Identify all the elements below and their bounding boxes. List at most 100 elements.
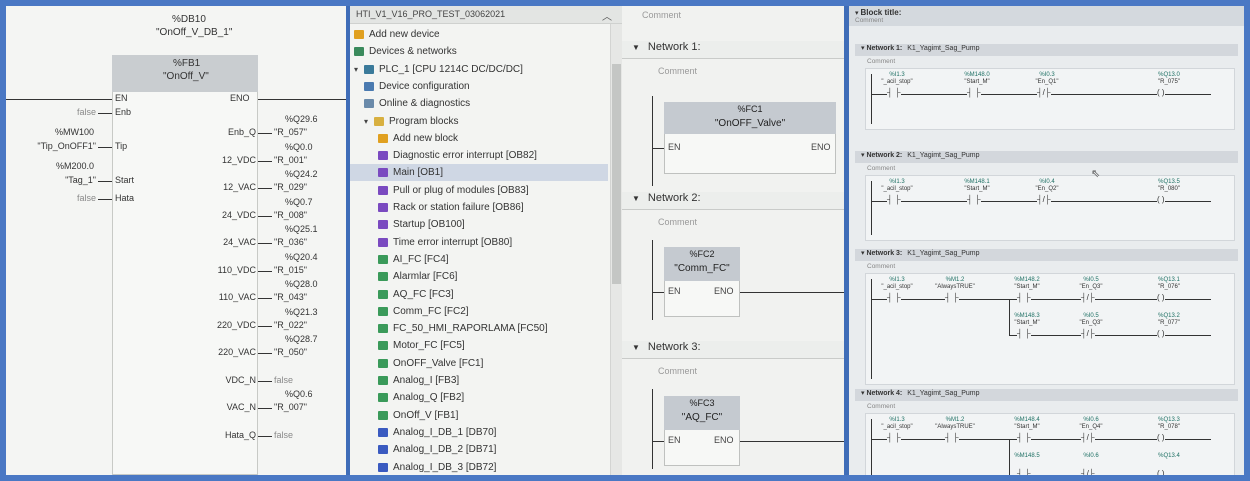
fb-output-value[interactable]: "R_007" (274, 402, 307, 412)
tree-scrollbar-thumb[interactable] (612, 64, 621, 284)
network-header[interactable]: ▼ Network 2: (622, 192, 844, 210)
coil-symbol[interactable]: ( ) (1157, 469, 1165, 475)
block-title: Block title: (860, 8, 902, 17)
fb-output-value[interactable]: "R_001" (274, 155, 307, 165)
fb-input-value[interactable]: "Tip_OnOFF1" (37, 141, 96, 151)
fb-output-value[interactable]: "R_029" (274, 182, 307, 192)
fb-input-value[interactable]: "Tag_1" (65, 175, 96, 185)
coil-symbol[interactable]: ( ) (1157, 195, 1165, 204)
contact-symbol[interactable]: ┤ ├ (945, 293, 959, 302)
contact-symbol[interactable]: ┤ ├ (967, 195, 981, 204)
contact-symbol[interactable]: ┤ ├ (887, 195, 901, 204)
contact-symbol[interactable]: ┤ ├ (1017, 433, 1031, 442)
contact-symbol[interactable]: ┤ ├ (887, 433, 901, 442)
fb-output-value[interactable]: "R_050" (274, 347, 307, 357)
tree-item[interactable]: OnOFF_Valve [FC1] (350, 355, 608, 372)
coil-symbol[interactable]: ( ) (1157, 433, 1165, 442)
contact-symbol[interactable]: ┤ ├ (945, 433, 959, 442)
tree-item[interactable]: Add new block (350, 130, 608, 147)
tree-item[interactable]: FC_50_HMI_RAPORLAMA [FC50] (350, 320, 608, 337)
tree-item[interactable]: Comm_FC [FC2] (350, 303, 608, 320)
contact-symbol[interactable]: ┤ ├ (887, 293, 901, 302)
tree-item[interactable]: Startup [OB100] (350, 216, 608, 233)
collapse-network-icon[interactable]: ▼ (632, 194, 640, 203)
contact-symbol[interactable]: ┤/├ (1081, 329, 1095, 338)
coil-symbol[interactable]: ( ) (1157, 293, 1165, 302)
tree-item[interactable]: Diagnostic error interrupt [OB82] (350, 147, 608, 164)
network-header[interactable]: ▼ Network 1: (622, 41, 844, 59)
mouse-cursor-icon: ⇖ (1091, 168, 1101, 180)
tree-item[interactable]: Analog_I_DB_3 [DB72] (350, 459, 608, 476)
network-comment[interactable]: Comment (658, 217, 697, 227)
collapse-up-icon[interactable]: ︿ (602, 8, 612, 23)
tree-item[interactable]: Main [OB1] (350, 164, 608, 182)
fb-input-value[interactable]: false (77, 193, 96, 203)
contact-symbol[interactable]: ┤ ├ (1017, 329, 1031, 338)
tree-item[interactable]: Pull or plug of modules [OB83] (350, 182, 608, 199)
fb-output-value[interactable]: "R_043" (274, 292, 307, 302)
contact-name: "_acil_stop" (881, 424, 913, 430)
ladder-network-header[interactable]: ▾ Network 2: K1_Yagimt_Sag_Pump (855, 151, 1238, 163)
instance-db-name[interactable]: "OnOff_V_DB_1" (156, 27, 232, 38)
tree-item[interactable]: Add new device (350, 26, 608, 43)
ladder-network-header[interactable]: ▾ Network 3: K1_Yagimt_Sag_Pump (855, 249, 1238, 261)
block-comment: Comment (855, 17, 884, 24)
network-comment[interactable]: Comment (658, 66, 697, 76)
contact-symbol[interactable]: ┤ ├ (1017, 293, 1031, 302)
fb-output-value[interactable]: "R_015" (274, 265, 307, 275)
tree-item[interactable]: Motor_FC [FC5] (350, 337, 608, 354)
tree-item[interactable]: AI_FC [FC4] (350, 251, 608, 268)
tree-item-label: Analog_I_DB_1 [DB70] (393, 426, 497, 438)
tree-item[interactable]: Online & diagnostics (350, 95, 608, 112)
tree-item[interactable]: Device configuration (350, 78, 608, 95)
contact-symbol[interactable]: ┤/├ (1081, 293, 1095, 302)
fb-output-value[interactable]: "R_008" (274, 210, 307, 220)
ladder-network-comment[interactable]: Comment (867, 403, 895, 410)
ladder-network-header[interactable]: ▾ Network 4: K1_Yagimt_Sag_Pump (855, 389, 1238, 401)
tree-item[interactable]: AQ_FC [FC3] (350, 286, 608, 303)
network-comment[interactable]: Comment (658, 366, 697, 376)
block-title-bar[interactable]: ▾ Block title: Comment (849, 6, 1244, 26)
expand-arrow-icon[interactable]: ▾ (354, 65, 364, 74)
tree-item[interactable]: ▾ PLC_1 [CPU 1214C DC/DC/DC] (350, 61, 608, 78)
fb-output-value[interactable]: "R_022" (274, 320, 307, 330)
contact-address: %M148.1 (964, 179, 990, 185)
network-header[interactable]: ▼ Network 3: (622, 341, 844, 359)
fb-output-value[interactable]: "R_057" (274, 127, 307, 137)
coil-symbol[interactable]: ( ) (1157, 329, 1165, 338)
ladder-network-comment[interactable]: Comment (867, 58, 895, 65)
contact-symbol[interactable]: ┤/├ (1081, 433, 1095, 442)
tree-item[interactable]: Analog_I_DB_1 [DB70] (350, 424, 608, 441)
contact-symbol[interactable]: ┤ ├ (887, 88, 901, 97)
collapse-network-icon[interactable]: ▼ (632, 343, 640, 352)
tree-item[interactable]: Alarmlar [FC6] (350, 268, 608, 285)
ladder-network-comment[interactable]: Comment (867, 165, 895, 172)
fb-output-value[interactable]: false (274, 430, 293, 440)
power-rail (871, 279, 872, 379)
ladder-network-header[interactable]: ▾ Network 1: K1_Yagimt_Sag_Pump (855, 44, 1238, 56)
tree-item[interactable]: Analog_Q [FB2] (350, 389, 608, 406)
contact-symbol[interactable]: ┤/├ (1081, 469, 1095, 475)
tree-item[interactable]: Devices & networks (350, 43, 608, 60)
contact-symbol[interactable]: ┤/├ (1037, 88, 1051, 97)
fb-output-value[interactable]: false (274, 375, 293, 385)
tree-item[interactable]: OnOff_V [FB1] (350, 407, 608, 424)
coil-symbol[interactable]: ( ) (1157, 88, 1165, 97)
collapse-network-icon[interactable]: ▼ (632, 43, 640, 52)
tree-item[interactable]: Analog_I_DB_2 [DB71] (350, 441, 608, 458)
contact-symbol[interactable]: ┤/├ (1037, 195, 1051, 204)
tree-item[interactable]: ▾ Program blocks (350, 113, 608, 130)
fb-input-value[interactable]: false (77, 107, 96, 117)
tree-scrollbar[interactable] (610, 24, 622, 475)
fb-output-value[interactable]: "R_036" (274, 237, 307, 247)
top-comment[interactable]: Comment (642, 10, 681, 20)
ladder-network-comment[interactable]: Comment (867, 263, 895, 270)
tree-item[interactable]: Time error interrupt [OB80] (350, 234, 608, 251)
contact-symbol[interactable]: ┤ ├ (1017, 469, 1031, 475)
expand-arrow-icon[interactable]: ▾ (364, 117, 374, 126)
tree-item[interactable]: Rack or station failure [OB86] (350, 199, 608, 216)
contact-name: "AlwaysTRUE" (935, 424, 975, 430)
tree-item[interactable]: Analog_I [FB3] (350, 372, 608, 389)
contact-symbol[interactable]: ┤ ├ (967, 88, 981, 97)
project-title-bar[interactable]: HTI_V1_V16_PRO_TEST_03062021 ︿ (350, 6, 622, 24)
